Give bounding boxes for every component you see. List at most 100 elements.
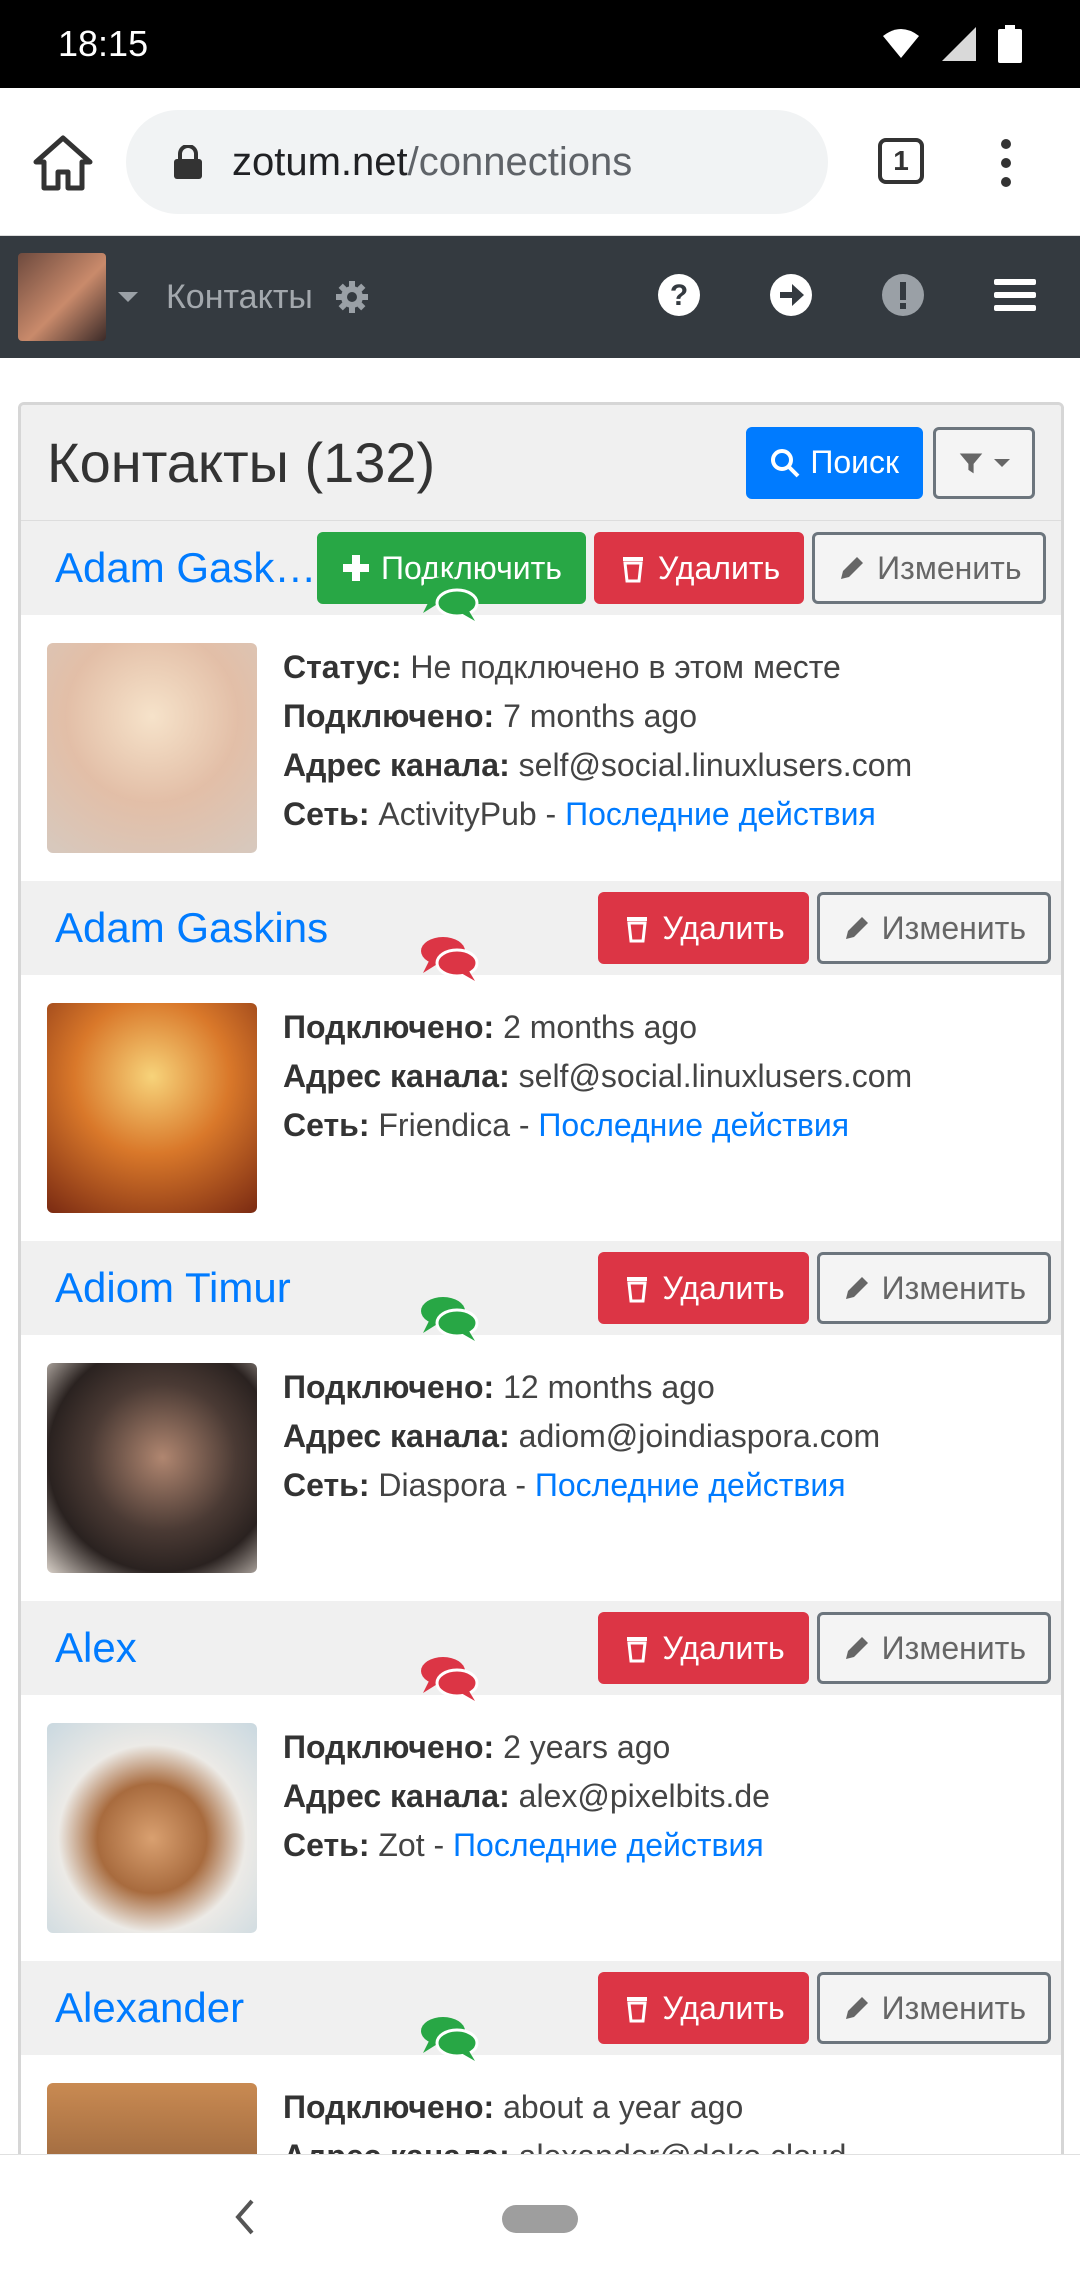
chevron-down-icon[interactable] xyxy=(118,292,138,302)
connected-label: Подключено: xyxy=(283,2089,495,2125)
tab-switcher-button[interactable]: 1 xyxy=(878,138,924,184)
channel-value: alex@pixelbits.de xyxy=(518,1778,770,1814)
navbar-title[interactable]: Контакты xyxy=(166,278,313,317)
svg-text:?: ? xyxy=(670,279,688,312)
clock: 18:15 xyxy=(58,23,149,64)
channel-label: Адрес канала: xyxy=(283,747,510,783)
edit-button-label: Изменить xyxy=(881,1629,1026,1666)
contact-details: Статус: Не подключено в этом месте Подкл… xyxy=(283,643,912,853)
alert-icon[interactable] xyxy=(878,270,928,320)
pencil-icon xyxy=(841,557,864,579)
user-avatar[interactable] xyxy=(18,253,106,341)
chat-icon[interactable] xyxy=(419,1653,479,1703)
edit-button[interactable]: Изменить xyxy=(816,892,1051,964)
back-icon[interactable] xyxy=(232,2197,256,2237)
recent-activity-link[interactable]: Последние действия xyxy=(535,1467,846,1503)
trash-icon xyxy=(627,1997,648,2023)
plus-icon xyxy=(343,555,369,581)
connected-value: 12 months ago xyxy=(503,1369,715,1405)
help-icon[interactable]: ? xyxy=(654,270,704,320)
chat-icon[interactable] xyxy=(419,933,479,983)
edit-button[interactable]: Изменить xyxy=(812,532,1047,604)
contact-avatar[interactable] xyxy=(47,643,257,853)
system-navigation-bar xyxy=(0,2154,1080,2280)
contact-header: Adam Gaskins Удалить Изменить xyxy=(21,881,1061,981)
contact-name[interactable]: Adam Gaskins xyxy=(55,544,317,592)
channel-label: Адрес канала: xyxy=(283,1058,510,1094)
connected-value: 7 months ago xyxy=(503,698,697,734)
trash-icon xyxy=(622,557,643,583)
delete-button-label: Удалить xyxy=(662,1989,785,2026)
contact-avatar[interactable] xyxy=(47,1363,257,1573)
network-value: Diaspora xyxy=(378,1467,507,1503)
channel-value: adiom@joindiaspora.com xyxy=(518,1418,881,1454)
contact-item: Alexander Удалить Изменить Подключено: a… xyxy=(21,1961,1061,2159)
contact-body: Подключено: 2 months ago Адрес канала: s… xyxy=(21,975,1061,1241)
contact-name[interactable]: Adam Gaskins xyxy=(55,904,598,952)
network-label: Сеть: xyxy=(283,1107,370,1143)
signal-icon xyxy=(942,27,976,61)
contact-details: Подключено: 2 years ago Адрес канала: al… xyxy=(283,1723,770,1933)
connected-label: Подключено: xyxy=(283,1729,495,1765)
contact-name[interactable]: Alex xyxy=(55,1624,598,1672)
contact-avatar[interactable] xyxy=(47,2083,257,2159)
contact-item: Adiom Timur Удалить Изменить Подключено:… xyxy=(21,1241,1061,1601)
contacts-header: Контакты (132) Поиск xyxy=(21,405,1061,521)
edit-button[interactable]: Изменить xyxy=(816,1252,1051,1324)
contact-avatar[interactable] xyxy=(47,1723,257,1933)
home-icon[interactable] xyxy=(32,134,94,192)
url-path: /connections xyxy=(407,139,633,184)
channel-value: self@social.linuxlusers.com xyxy=(518,1058,913,1094)
chat-icon[interactable] xyxy=(419,1293,479,1343)
contact-item: Adam Gaskins Удалить Изменить Подключено… xyxy=(21,881,1061,1241)
navbar-icons: ? xyxy=(654,270,1040,320)
delete-button[interactable]: Удалить xyxy=(598,1612,809,1684)
channel-value: self@social.linuxlusers.com xyxy=(518,747,913,783)
more-menu-icon[interactable] xyxy=(996,138,1016,188)
contact-body: Подключено: 12 months ago Адрес канала: … xyxy=(21,1335,1061,1601)
trash-icon xyxy=(627,1277,648,1303)
delete-button[interactable]: Удалить xyxy=(598,1972,809,2044)
edit-button-label: Изменить xyxy=(881,909,1026,946)
contact-details: Подключено: 2 months ago Адрес канала: s… xyxy=(283,1003,912,1213)
search-button[interactable]: Поиск xyxy=(746,426,923,499)
delete-button-label: Удалить xyxy=(662,1629,785,1666)
network-label: Сеть: xyxy=(283,796,370,832)
chat-icon[interactable] xyxy=(419,2013,479,2063)
recent-activity-link[interactable]: Последние действия xyxy=(453,1827,764,1863)
gear-icon[interactable] xyxy=(335,280,369,314)
edit-button[interactable]: Изменить xyxy=(816,1972,1051,2044)
status-value: Не подключено в этом месте xyxy=(410,649,841,685)
url-bar[interactable]: zotum.net/connections xyxy=(126,110,828,214)
pencil-icon xyxy=(845,1637,868,1659)
contact-name[interactable]: Alexander xyxy=(55,1984,598,2032)
hamburger-menu-icon[interactable] xyxy=(990,270,1040,320)
page-title: Контакты (132) xyxy=(47,431,436,494)
wifi-icon xyxy=(883,29,919,58)
recent-activity-link[interactable]: Последние действия xyxy=(538,1107,849,1143)
contact-item: Alex Удалить Изменить Подключено: 2 year… xyxy=(21,1601,1061,1961)
contact-header: Adam Gaskins Подключить Удалить Изменить xyxy=(21,521,1061,621)
edit-button[interactable]: Изменить xyxy=(816,1612,1051,1684)
home-pill[interactable] xyxy=(502,2205,578,2233)
delete-button[interactable]: Удалить xyxy=(593,532,805,604)
recent-activity-link[interactable]: Последние действия xyxy=(565,796,876,832)
delete-button[interactable]: Удалить xyxy=(598,1252,809,1324)
trash-icon xyxy=(627,917,648,943)
contacts-card: Контакты (132) Поиск Adam Gaskins Подклю… xyxy=(18,402,1064,2162)
contact-header: Alex Удалить Изменить xyxy=(21,1601,1061,1701)
search-icon xyxy=(771,448,800,477)
separator: - xyxy=(536,796,566,832)
system-icons xyxy=(882,25,1022,63)
status-bar: 18:15 xyxy=(0,0,1080,88)
delete-button[interactable]: Удалить xyxy=(598,892,809,964)
contact-avatar[interactable] xyxy=(47,1003,257,1213)
arrow-right-icon[interactable] xyxy=(766,270,816,320)
filter-button[interactable] xyxy=(933,426,1035,499)
network-value: Zot xyxy=(378,1827,425,1863)
chevron-down-icon xyxy=(994,458,1010,467)
contact-name[interactable]: Adiom Timur xyxy=(55,1264,598,1312)
filter-icon xyxy=(959,452,983,473)
chat-icon[interactable] xyxy=(419,573,479,623)
contact-body: Статус: Не подключено в этом месте Подкл… xyxy=(21,615,1061,881)
